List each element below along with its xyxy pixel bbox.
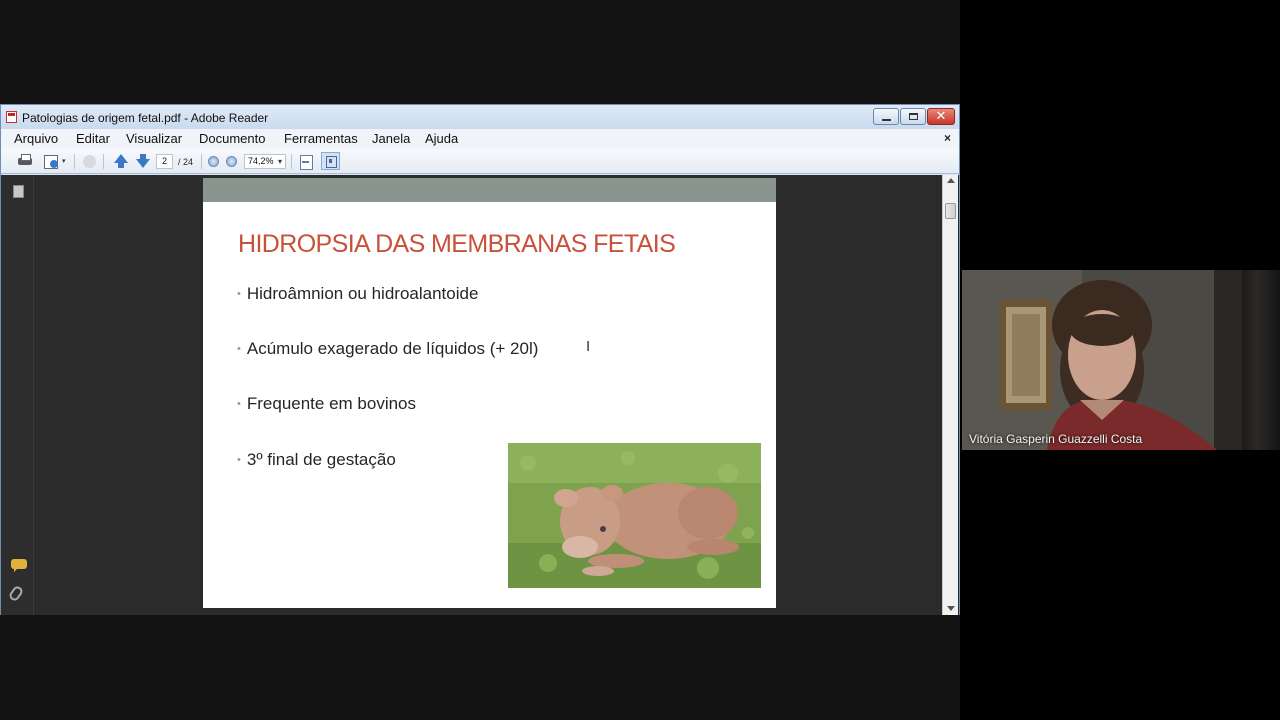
bullet-item: • Acúmulo exagerado de líquidos (+ 20l) xyxy=(237,339,539,358)
minimize-icon xyxy=(882,119,891,121)
arrow-down-icon xyxy=(136,159,150,168)
close-button[interactable]: ✕ xyxy=(927,108,955,125)
bullet-item: • Frequente em bovinos xyxy=(237,394,417,413)
comment-icon[interactable] xyxy=(11,559,27,572)
document-viewport[interactable]: HIDROPSIA DAS MEMBRANAS FETAIS • Hidroâmn… xyxy=(1,175,959,615)
zoom-in-icon[interactable] xyxy=(226,153,238,169)
paperclip-icon[interactable] xyxy=(7,584,25,603)
text-cursor-icon: I xyxy=(586,338,591,355)
toolbar-separator xyxy=(103,154,104,169)
participant-name: Vitória Gasperin Guazzelli Costa xyxy=(969,432,1143,446)
scroll-down-icon[interactable] xyxy=(947,606,955,611)
page-total: / 24 xyxy=(178,157,194,167)
chevron-down-icon[interactable]: ▾ xyxy=(62,157,68,173)
toolbar-separator xyxy=(201,154,202,169)
slide-title: HIDROPSIA DAS MEMBRANAS FETAIS xyxy=(238,230,676,258)
previous-page-icon[interactable] xyxy=(112,153,128,169)
minimize-button[interactable] xyxy=(873,108,899,125)
toolbar-separator xyxy=(74,154,75,169)
pdf-app-icon xyxy=(6,111,17,123)
scroll-up-icon[interactable] xyxy=(947,178,955,183)
adobe-reader-window: Patologias de origem fetal.pdf - Adobe R… xyxy=(0,104,960,615)
slide-header-band xyxy=(203,178,776,202)
close-icon: ✕ xyxy=(935,108,947,123)
menu-arquivo[interactable]: Arquivo xyxy=(14,131,58,146)
scroll-thumb[interactable] xyxy=(945,203,956,219)
next-page-icon[interactable] xyxy=(134,153,150,169)
print-icon[interactable] xyxy=(17,153,33,169)
bullet-item: • 3º final de gestação xyxy=(237,450,396,469)
title-bar[interactable]: Patologias de origem fetal.pdf - Adobe R… xyxy=(1,105,959,129)
export-icon[interactable] xyxy=(43,153,61,169)
menu-visualizar[interactable]: Visualizar xyxy=(126,131,182,146)
vertical-scrollbar[interactable] xyxy=(942,175,958,615)
menu-documento[interactable]: Documento xyxy=(199,131,265,146)
hand-tool-icon[interactable] xyxy=(81,153,97,169)
maximize-button[interactable] xyxy=(900,108,926,125)
page-number-input[interactable]: 2 xyxy=(156,154,173,169)
menu-ferramentas[interactable]: Ferramentas xyxy=(284,131,358,146)
toolbar-separator xyxy=(291,154,292,169)
menu-janela[interactable]: Janela xyxy=(372,131,410,146)
slide-page: HIDROPSIA DAS MEMBRANAS FETAIS • Hidroâmn… xyxy=(203,178,776,608)
menu-ajuda[interactable]: Ajuda xyxy=(425,131,458,146)
fit-page-icon[interactable] xyxy=(299,153,313,170)
navigation-pane xyxy=(1,175,34,615)
participant-video-tile[interactable]: Vitória Gasperin Guazzelli Costa xyxy=(962,270,1242,450)
zoom-level-select[interactable]: 74,2% xyxy=(244,154,286,169)
pages-icon[interactable] xyxy=(13,185,24,198)
menu-bar: Arquivo Editar Visualizar Documento Ferr… xyxy=(1,129,959,149)
window-title: Patologias de origem fetal.pdf - Adobe R… xyxy=(22,111,269,125)
calf-photo xyxy=(508,443,761,588)
menu-editar[interactable]: Editar xyxy=(76,131,110,146)
adjacent-video-tile-edge xyxy=(1242,270,1280,450)
maximize-icon xyxy=(909,113,918,120)
zoom-out-icon[interactable] xyxy=(208,153,220,169)
toolbar: ▾ 2 / 24 74,2% xyxy=(1,149,959,174)
fit-width-icon[interactable] xyxy=(321,152,340,170)
participant-video xyxy=(962,270,1242,450)
bullet-item: • Hidroâmnion ou hidroalantoide xyxy=(237,284,479,303)
close-document-button[interactable]: × xyxy=(944,131,951,145)
